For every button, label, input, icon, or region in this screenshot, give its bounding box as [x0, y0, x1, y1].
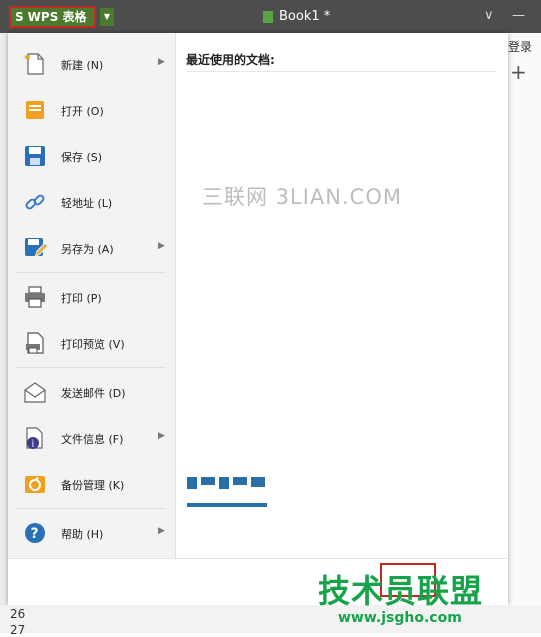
watermark-text: 三联网 3LIAN.COM [202, 185, 402, 209]
brand-text: 技术员联盟 [318, 572, 484, 610]
title-bar: S WPS 表格 ▼ Book1 * ∨ — [0, 0, 541, 33]
spreadsheet-file-icon [263, 10, 273, 23]
menu-label: 发送邮件 (D) [61, 387, 126, 400]
open-folder-icon [26, 101, 44, 119]
recent-divider [186, 71, 496, 72]
menu-item-open[interactable]: 打开 (O) [8, 88, 175, 132]
row-number: 27 [10, 623, 26, 637]
menu-label: 另存为 (A) [61, 243, 114, 256]
app-dropdown-arrow-icon[interactable]: ▼ [100, 8, 114, 26]
backup-icon [25, 476, 45, 493]
save-as-icon [25, 238, 47, 258]
menu-item-help[interactable]: ? 帮助 (H) ▶ [8, 511, 175, 555]
menu-item-light-link[interactable]: 轻地址 (L) [8, 180, 175, 224]
help-icon: ? [25, 523, 45, 543]
embedded-logo-graphic [183, 471, 275, 541]
document-name: Book1 * [279, 9, 331, 24]
file-menu-panel: ✱ 新建 (N) ▶ 打开 (O) 保存 (S) 轻地址 (L) 另存为 (A)… [8, 33, 508, 606]
menu-divider [16, 367, 166, 368]
submenu-arrow-icon: ▶ [158, 431, 165, 441]
menu-label: 备份管理 (K) [61, 479, 125, 492]
submenu-arrow-icon: ▶ [158, 241, 165, 251]
svg-text:i: i [31, 440, 34, 450]
app-menu-button[interactable]: S WPS 表格 [9, 6, 96, 28]
menu-item-backup[interactable]: 备份管理 (K) [8, 462, 175, 506]
menu-list: ✱ 新建 (N) ▶ 打开 (O) 保存 (S) 轻地址 (L) 另存为 (A)… [8, 33, 176, 558]
save-icon [25, 146, 45, 166]
menu-label: 打印 (P) [61, 292, 102, 305]
menu-item-save-as[interactable]: 另存为 (A) ▶ [8, 226, 175, 270]
minimize-icon[interactable]: — [512, 8, 525, 24]
menu-label: 保存 (S) [61, 151, 103, 164]
collapse-icon[interactable]: ∨ [484, 8, 494, 24]
brand-url: www.jsgho.com [338, 610, 462, 626]
svg-text:?: ? [31, 526, 39, 542]
menu-item-print[interactable]: 打印 (P) [8, 275, 175, 319]
menu-label: 文件信息 (F) [61, 433, 124, 446]
login-link[interactable]: 登录 [508, 38, 532, 55]
menu-item-send-mail[interactable]: 发送邮件 (D) [8, 370, 175, 414]
add-sheet-button[interactable]: + [510, 60, 527, 84]
printer-icon [25, 286, 45, 308]
recent-documents-title: 最近使用的文档: [186, 53, 275, 67]
print-preview-icon [26, 332, 44, 354]
menu-divider [16, 508, 166, 509]
menu-divider [16, 272, 166, 273]
document-title: Book1 * [263, 7, 330, 27]
file-info-icon: i [26, 427, 43, 450]
wps-logo-icon: S [15, 10, 24, 24]
menu-label: 打印预览 (V) [61, 338, 125, 351]
app-name: WPS 表格 [27, 10, 87, 24]
submenu-arrow-icon: ▶ [158, 57, 165, 67]
menu-item-print-preview[interactable]: 打印预览 (V) [8, 321, 175, 365]
menu-label: 打开 (O) [61, 105, 104, 118]
menu-item-save[interactable]: 保存 (S) [8, 134, 175, 178]
menu-item-file-info[interactable]: i 文件信息 (F) ▶ [8, 416, 175, 460]
row-number: 26 [10, 607, 26, 621]
site-logo-overlay: 技术员联盟 www.jsgho.com [318, 566, 484, 626]
menu-label: 新建 (N) [61, 59, 104, 72]
menu-label: 轻地址 (L) [61, 197, 113, 210]
new-file-icon: ✱ [24, 53, 44, 75]
menu-item-new[interactable]: ✱ 新建 (N) ▶ [8, 42, 175, 86]
submenu-arrow-icon: ▶ [158, 526, 165, 536]
link-icon [25, 194, 45, 210]
svg-text:✱: ✱ [24, 53, 31, 62]
mail-icon [24, 382, 46, 403]
right-pane [508, 33, 541, 633]
menu-label: 帮助 (H) [61, 528, 104, 541]
